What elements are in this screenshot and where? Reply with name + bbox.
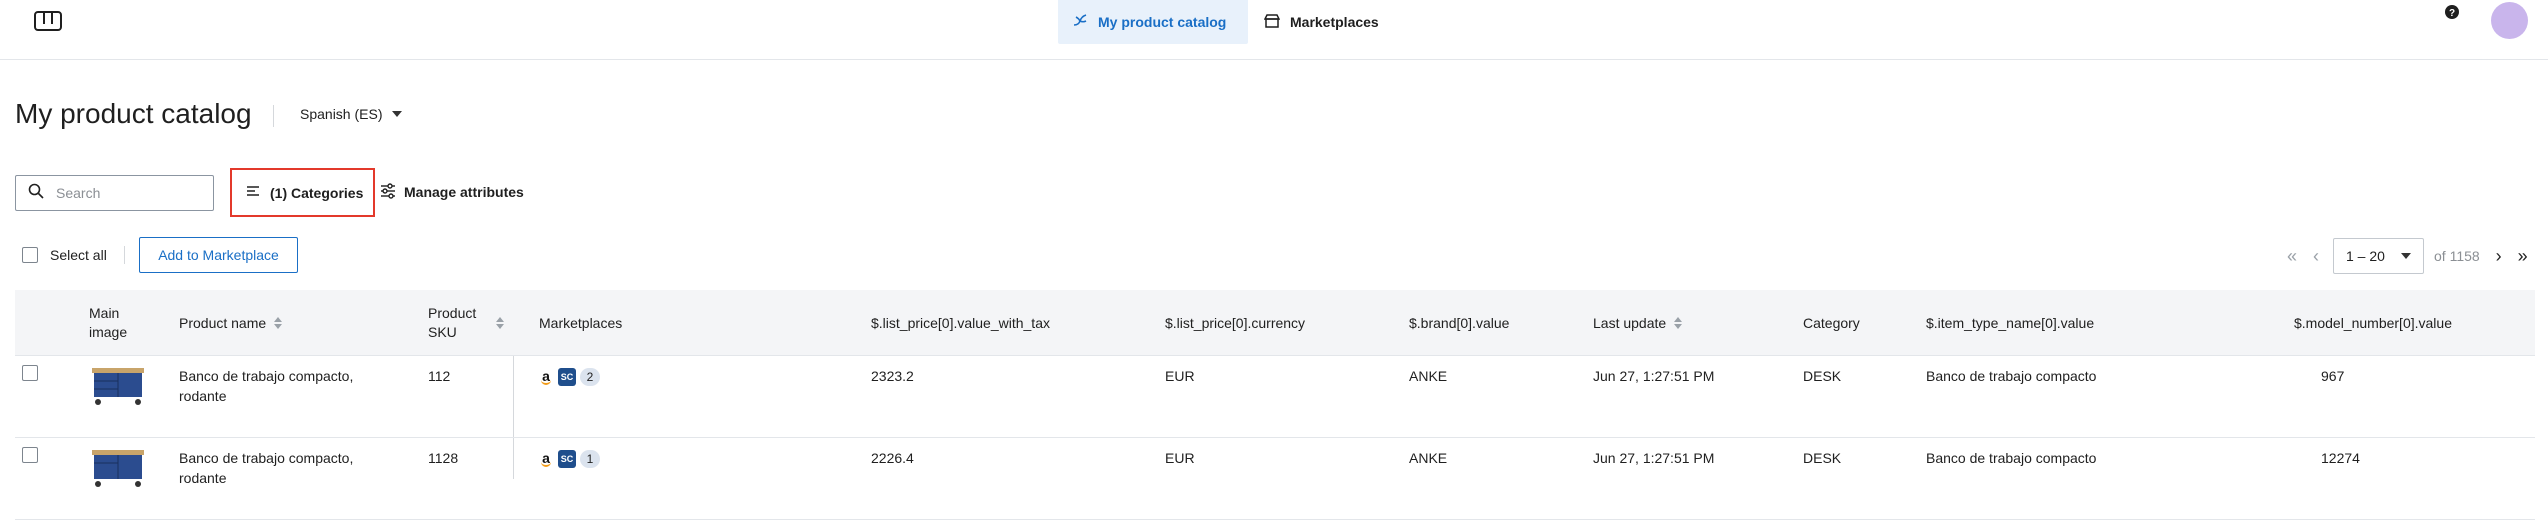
avatar[interactable]	[2491, 2, 2528, 39]
select-all[interactable]: Select all	[22, 247, 107, 263]
tab-marketplaces[interactable]: Marketplaces	[1250, 0, 1393, 44]
list-price: 2323.2	[871, 368, 914, 384]
column-item-type: $.item_type_name[0].value	[1926, 314, 2095, 331]
model-number: 967	[2321, 368, 2345, 384]
divider	[273, 105, 274, 127]
column-label: Product name	[179, 314, 267, 331]
column-marketplaces: Marketplaces	[539, 314, 623, 331]
amazon-icon: a	[538, 368, 554, 386]
hand-leaf-icon	[1072, 13, 1088, 32]
language-select[interactable]: Spanish (ES)	[300, 106, 403, 122]
column-product-name[interactable]: Product name	[179, 290, 283, 356]
divider	[124, 246, 125, 264]
column-brand: $.brand[0].value	[1409, 314, 1510, 331]
page-range-select[interactable]: 1 – 20	[2333, 238, 2424, 274]
search-field[interactable]	[15, 175, 214, 211]
help-icon[interactable]: ?	[2444, 4, 2460, 20]
filter-lines-icon	[246, 184, 260, 201]
column-model-number: $.model_number[0].value	[2294, 314, 2452, 331]
sort-icon[interactable]	[1674, 317, 1683, 329]
last-update: Jun 27, 1:27:51 PM	[1593, 368, 1715, 384]
pagination: « ‹ 1 – 20 of 1158 › »	[2285, 238, 2530, 274]
sc-icon: SC	[558, 450, 576, 468]
list-price: 2226.4	[871, 450, 914, 466]
column-label: Product SKU	[428, 305, 477, 340]
model-number: 12274	[2321, 450, 2360, 466]
product-table: Main image Product name Product SKU Mark…	[15, 290, 2535, 520]
product-sku: 1128	[428, 450, 459, 466]
table-header: Main image Product name Product SKU Mark…	[15, 290, 2535, 356]
marketplace-badges: a SC 1	[538, 450, 600, 468]
chevron-down-icon	[392, 111, 403, 117]
product-name[interactable]: Banco de trabajo compacto, rodante	[179, 448, 379, 488]
tab-label: Marketplaces	[1290, 14, 1379, 30]
marketplace-count-badge[interactable]: 2	[580, 368, 600, 386]
product-thumbnail	[88, 364, 148, 408]
product-name[interactable]: Banco de trabajo compacto, rodante	[179, 366, 379, 406]
language-value: Spanish (ES)	[300, 106, 383, 122]
sort-icon[interactable]	[496, 317, 504, 329]
sc-icon: SC	[558, 368, 576, 386]
page-title: My product catalog	[15, 98, 252, 129]
brand: ANKE	[1409, 450, 1448, 466]
select-all-checkbox[interactable]	[22, 247, 38, 263]
table-row[interactable]: Banco de trabajo compacto, rodante 1128 …	[15, 438, 2535, 520]
categories-button[interactable]: (1) Categories	[230, 168, 375, 217]
manage-attributes-label: Manage attributes	[404, 184, 524, 200]
product-thumbnail	[88, 446, 148, 490]
search-input[interactable]	[56, 185, 196, 201]
manage-attributes-button[interactable]: Manage attributes	[380, 180, 524, 204]
store-icon	[1263, 13, 1281, 32]
table-row[interactable]: Banco de trabajo compacto, rodante 112 a…	[15, 356, 2535, 438]
first-page-icon[interactable]: «	[2285, 246, 2299, 267]
select-all-label: Select all	[50, 247, 107, 263]
chevron-down-icon	[2401, 253, 2411, 259]
column-main-image: Main image	[89, 305, 128, 340]
previous-page-icon[interactable]: ‹	[2309, 246, 2323, 267]
column-list-price: $.list_price[0].value_with_tax	[871, 314, 1050, 331]
currency: EUR	[1165, 368, 1195, 384]
total-count: of 1158	[2434, 248, 2480, 264]
categories-label: (1) Categories	[270, 184, 364, 201]
last-page-icon[interactable]: »	[2516, 246, 2530, 267]
sliders-icon	[380, 182, 396, 202]
svg-text:?: ?	[2449, 8, 2455, 19]
category: DESK	[1803, 450, 1842, 466]
marketplace-badges: a SC 2	[538, 368, 600, 386]
marketplace-count-badge[interactable]: 1	[580, 450, 600, 468]
item-type: Banco de trabajo compacto	[1926, 450, 2097, 466]
top-navigation: My product catalog Marketplaces ?	[0, 0, 2548, 60]
amazon-icon: a	[538, 450, 554, 468]
category: DESK	[1803, 368, 1842, 384]
product-sku: 112	[428, 368, 451, 384]
tab-label: My product catalog	[1098, 14, 1227, 30]
column-label: Last update	[1593, 314, 1667, 331]
sort-icon[interactable]	[274, 317, 283, 329]
last-update: Jun 27, 1:27:51 PM	[1593, 450, 1715, 466]
column-last-update[interactable]: Last update	[1593, 290, 1683, 356]
search-icon	[28, 183, 44, 204]
row-checkbox[interactable]	[22, 447, 38, 463]
next-page-icon[interactable]: ›	[2492, 246, 2506, 267]
column-category: Category	[1803, 314, 1860, 331]
currency: EUR	[1165, 450, 1195, 466]
column-product-sku[interactable]: Product SKU	[428, 290, 504, 356]
app-logo-icon[interactable]	[34, 10, 62, 32]
brand: ANKE	[1409, 368, 1448, 384]
row-checkbox[interactable]	[22, 365, 38, 381]
add-to-marketplace-button[interactable]: Add to Marketplace	[139, 237, 298, 273]
item-type: Banco de trabajo compacto	[1926, 368, 2097, 384]
tab-my-product-catalog[interactable]: My product catalog	[1058, 0, 1248, 44]
column-currency: $.list_price[0].currency	[1165, 314, 1306, 331]
page-range-value: 1 – 20	[2346, 248, 2385, 264]
